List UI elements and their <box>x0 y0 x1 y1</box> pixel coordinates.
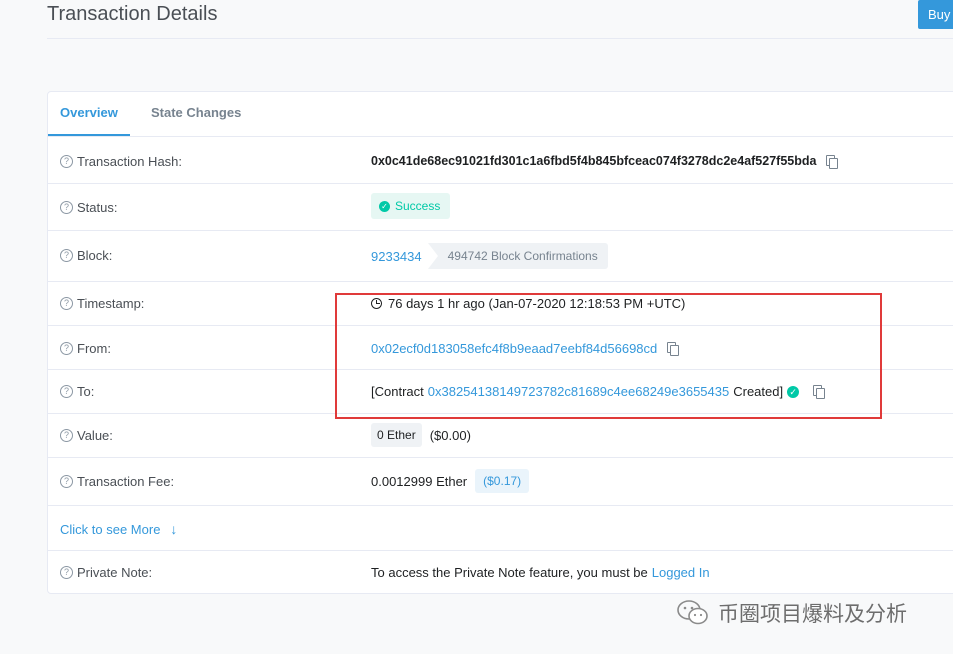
tx-hash-label: Transaction Hash: <box>77 154 183 169</box>
watermark: 币圈项目爆料及分析 <box>676 598 907 628</box>
help-icon: ? <box>60 155 73 168</box>
block-number-link[interactable]: 9233434 <box>371 249 422 264</box>
see-more-label: Click to see More <box>60 521 161 537</box>
buy-button[interactable]: Buy <box>918 0 953 29</box>
help-icon: ? <box>60 249 73 262</box>
status-value: Success <box>395 199 441 213</box>
see-more-link[interactable]: Click to see More ↓ <box>60 521 177 537</box>
row-private-note: ? Private Note: To access the Private No… <box>48 551 953 595</box>
help-icon: ? <box>60 297 73 310</box>
status-badge: ✓ Success <box>371 193 451 219</box>
row-fee: ? Transaction Fee: 0.0012999 Ether ($0.1… <box>48 458 953 506</box>
title-divider <box>47 38 953 39</box>
help-icon: ? <box>60 201 73 214</box>
from-label: From: <box>77 341 111 356</box>
active-tab-indicator <box>48 134 130 136</box>
help-icon: ? <box>60 566 73 579</box>
page-title: Transaction Details <box>47 3 218 25</box>
row-status: ? Status: ✓ Success <box>48 184 953 231</box>
private-note-text: To access the Private Note feature, you … <box>371 565 648 580</box>
fee-label: Transaction Fee: <box>77 474 175 489</box>
arrow-down-icon: ↓ <box>170 521 178 537</box>
help-icon: ? <box>60 475 73 488</box>
check-circle-icon: ✓ <box>379 200 390 212</box>
copy-icon[interactable] <box>826 154 839 169</box>
row-more: Click to see More ↓ <box>48 506 953 551</box>
tab-overview[interactable]: Overview <box>60 105 118 120</box>
row-tx-hash: ? Transaction Hash: 0x0c41de68ec91021fd3… <box>48 137 953 184</box>
private-note-label: Private Note: <box>77 565 153 580</box>
wechat-icon <box>677 600 708 625</box>
block-confirmations: 494742 Block Confirmations <box>427 243 608 269</box>
tab-state-changes[interactable]: State Changes <box>151 105 241 120</box>
watermark-text: 币圈项目爆料及分析 <box>718 603 907 626</box>
highlight-annotation-box <box>335 293 882 419</box>
value-label: Value: <box>77 428 113 443</box>
fee-ether: 0.0012999 Ether <box>371 473 468 489</box>
fee-usd: ($0.17) <box>475 469 530 493</box>
row-value: ? Value: 0 Ether ($0.00) <box>48 414 953 458</box>
row-block: ? Block: 9233434 494742 Block Confirmati… <box>48 231 953 282</box>
help-icon: ? <box>60 429 73 442</box>
tx-hash-value: 0x0c41de68ec91021fd301c1a6fbd5f4b845bfce… <box>371 154 817 168</box>
block-label: Block: <box>77 248 113 263</box>
help-icon: ? <box>60 385 73 398</box>
value-ether: 0 Ether <box>371 423 422 447</box>
tab-bar: Overview State Changes <box>48 92 953 137</box>
page: Transaction Details Buy Overview State C… <box>0 0 953 654</box>
to-label: To: <box>77 384 95 399</box>
status-label: Status: <box>77 200 118 215</box>
logged-in-link[interactable]: Logged In <box>652 565 710 580</box>
timestamp-label: Timestamp: <box>77 296 145 311</box>
help-icon: ? <box>60 342 73 355</box>
value-usd: ($0.00) <box>429 427 471 443</box>
